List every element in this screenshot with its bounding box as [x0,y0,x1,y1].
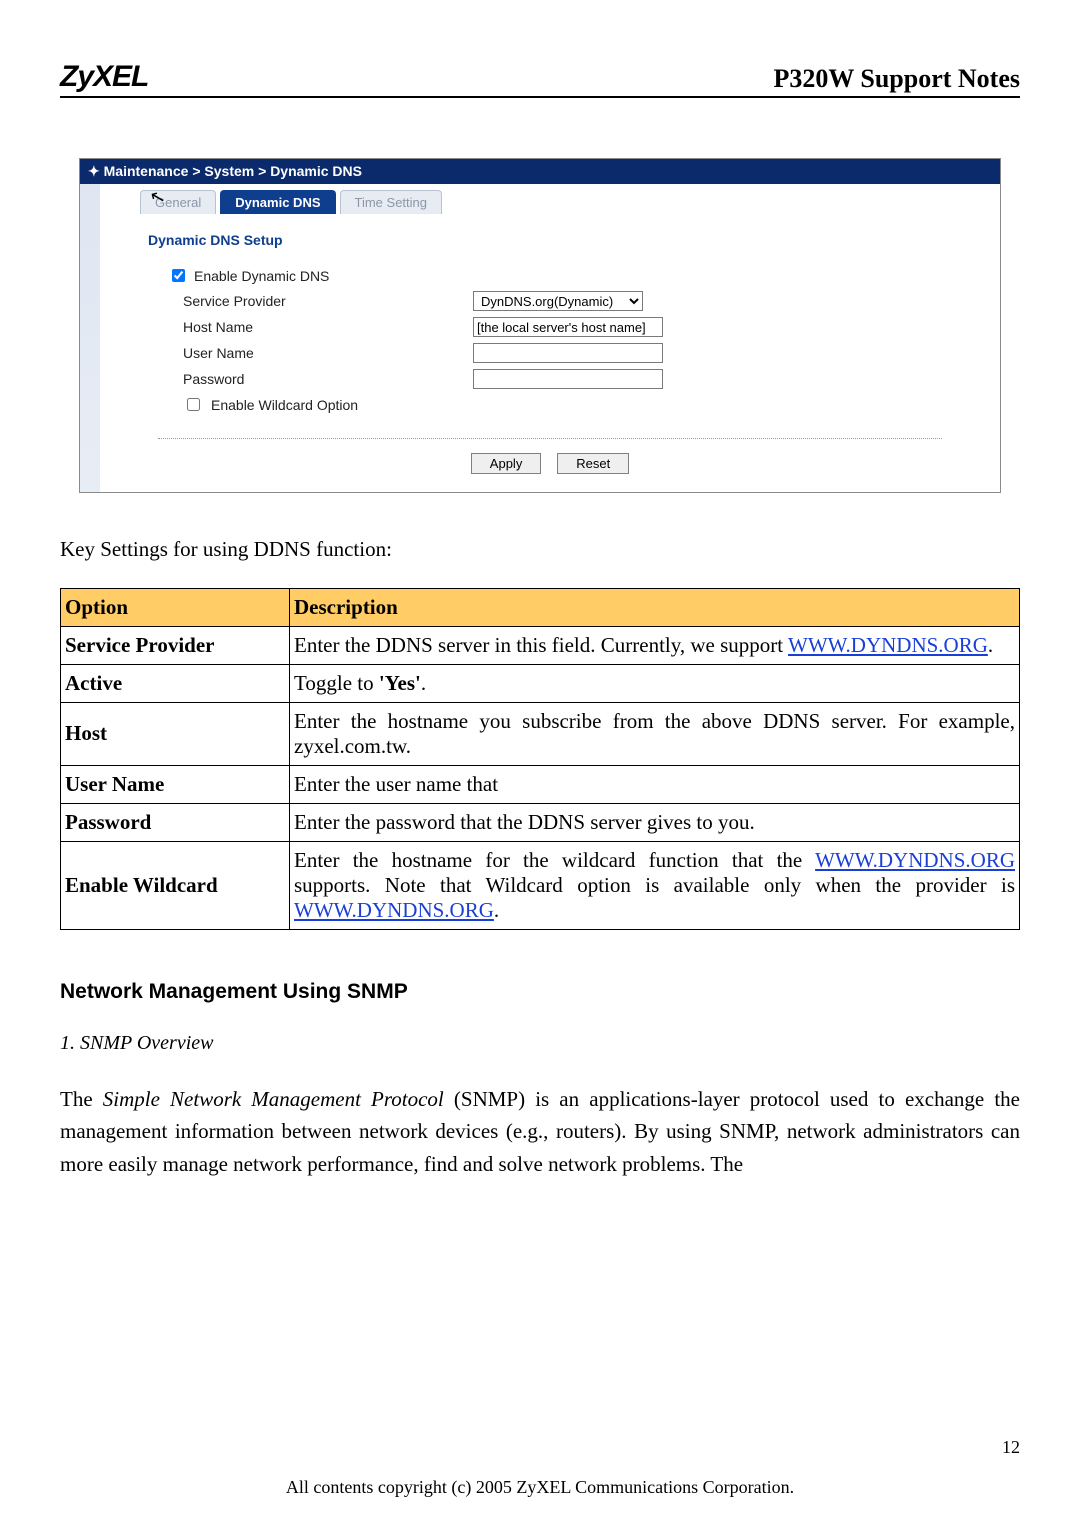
password-input[interactable] [473,369,663,389]
options-table: Option Description Service Provider Ente… [60,588,1020,930]
table-row: Host Enter the hostname you subscribe fr… [61,702,1020,765]
logo: ZyXEL [60,60,148,94]
apply-button[interactable]: Apply [471,453,542,474]
desc-text: . [988,633,993,657]
tab-time-setting[interactable]: Time Setting [340,190,443,214]
user-name-input[interactable] [473,343,663,363]
password-label: Password [183,371,473,387]
footer-copyright: All contents copyright (c) 2005 ZyXEL Co… [60,1477,1020,1498]
desc-text: supports. Note that Wildcard option is a… [294,873,1015,897]
intro-text: Key Settings for using DDNS function: [60,533,1020,566]
breadcrumb-item: Dynamic DNS [270,163,362,179]
breadcrumb: ✦ Maintenance > System > Dynamic DNS [80,159,1000,184]
dyndns-link[interactable]: WWW.DYNDNS.ORG [788,633,988,657]
table-row: Password Enter the password that the DDN… [61,803,1020,841]
row-enable-ddns: Enable Dynamic DNS [168,266,982,285]
tab-dynamic-dns[interactable]: Dynamic DNS [220,190,335,214]
service-provider-select[interactable]: DynDNS.org(Dynamic) [473,291,643,311]
cell-description: Enter the hostname for the wildcard func… [290,841,1020,929]
table-row: Service Provider Enter the DDNS server i… [61,626,1020,664]
cell-option: Enable Wildcard [61,841,290,929]
row-wildcard: Enable Wildcard Option [183,395,982,414]
th-description: Description [290,588,1020,626]
desc-text: . [421,671,426,695]
row-password: Password [183,369,982,389]
user-name-label: User Name [183,345,473,361]
desc-text: . [494,898,499,922]
breadcrumb-item: System [204,163,254,179]
desc-text: Enter the DDNS server in this field. Cur… [294,633,788,657]
section-title: Dynamic DNS Setup [148,232,982,248]
cell-description: Enter the DDNS server in this field. Cur… [290,626,1020,664]
th-option: Option [61,588,290,626]
cell-option: Password [61,803,290,841]
cell-option: User Name [61,765,290,803]
dyndns-link[interactable]: WWW.DYNDNS.ORG [815,848,1015,872]
desc-text: Enter the hostname for the wildcard func… [294,848,815,872]
tab-bar: General Dynamic DNS Time Setting [140,190,982,214]
table-header-row: Option Description [61,588,1020,626]
enable-ddns-checkbox[interactable] [172,269,185,282]
breadcrumb-sep: > [192,163,204,179]
section-heading: Network Management Using SNMP [60,980,1020,1004]
sub-heading: 1. SNMP Overview [60,1032,1020,1055]
table-row: User Name Enter the user name that [61,765,1020,803]
row-user-name: User Name [183,343,982,363]
table-row: Enable Wildcard Enter the hostname for t… [61,841,1020,929]
table-row: Active Toggle to 'Yes'. [61,664,1020,702]
para-text: The [60,1087,103,1111]
wildcard-checkbox[interactable] [187,398,200,411]
row-service-provider: Service Provider DynDNS.org(Dynamic) [183,291,982,311]
snmp-paragraph: The Simple Network Management Protocol (… [60,1083,1020,1181]
cell-description: Enter the password that the DDNS server … [290,803,1020,841]
sidebar-strip [80,184,100,492]
cell-description: Toggle to 'Yes'. [290,664,1020,702]
button-row: Apply Reset [158,438,942,474]
cell-description: Enter the hostname you subscribe from th… [290,702,1020,765]
wildcard-label: Enable Wildcard Option [211,397,358,413]
para-italic: Simple Network Management Protocol [103,1087,444,1111]
host-name-input[interactable] [473,317,663,337]
page-number: 12 [1002,1437,1020,1458]
cell-description: Enter the user name that [290,765,1020,803]
dyndns-link[interactable]: WWW.DYNDNS.ORG [294,898,494,922]
service-provider-label: Service Provider [183,293,473,309]
desc-text: Toggle to [294,671,379,695]
desc-bold: 'Yes' [379,671,421,695]
router-ui-screenshot: ✦ Maintenance > System > Dynamic DNS ↖ G… [79,158,1001,493]
reset-button[interactable]: Reset [557,453,629,474]
cell-option: Active [61,664,290,702]
document-title: P320W Support Notes [773,64,1020,94]
breadcrumb-prefix-icon: ✦ [88,163,100,179]
cell-option: Host [61,702,290,765]
row-host-name: Host Name [183,317,982,337]
page-header: ZyXEL P320W Support Notes [60,60,1020,98]
enable-ddns-label: Enable Dynamic DNS [194,268,329,284]
host-name-label: Host Name [183,319,473,335]
breadcrumb-sep: > [258,163,270,179]
breadcrumb-item: Maintenance [104,163,189,179]
cell-option: Service Provider [61,626,290,664]
